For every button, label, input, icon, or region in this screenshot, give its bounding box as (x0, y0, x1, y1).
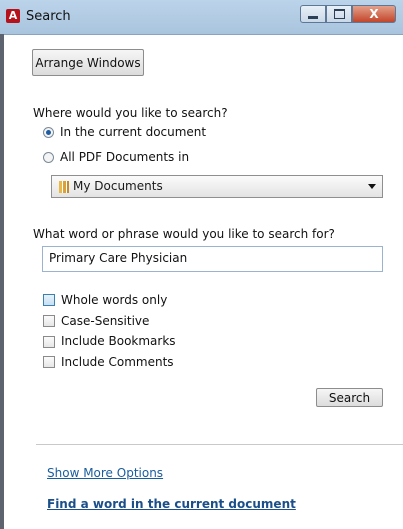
whole-words-label: Whole words only (61, 293, 168, 307)
include-bookmarks-checkbox[interactable] (43, 336, 55, 348)
whole-words-checkbox[interactable] (43, 294, 55, 306)
include-comments-checkbox[interactable] (43, 356, 55, 368)
adobe-reader-icon: A (6, 9, 20, 23)
title-bar[interactable]: A Search X (0, 0, 403, 35)
case-sensitive-label: Case-Sensitive (61, 314, 150, 328)
maximize-icon (333, 9, 345, 19)
window-controls: X (300, 5, 396, 23)
maximize-button[interactable] (326, 5, 352, 23)
radio-current-document[interactable] (43, 127, 54, 138)
window-title: Search (26, 9, 71, 24)
divider (36, 444, 403, 445)
chevron-down-icon (368, 184, 376, 189)
window-left-border (0, 34, 4, 529)
where-question: Where would you like to search? (33, 106, 228, 120)
location-select[interactable]: My Documents (51, 175, 383, 198)
include-comments-label: Include Comments (61, 355, 174, 369)
radio-all-pdf-documents[interactable] (43, 152, 54, 163)
folder-icon (59, 181, 69, 193)
search-window: A Search X Arrange Windows Where would y… (0, 0, 403, 529)
close-button[interactable]: X (352, 5, 396, 23)
arrange-windows-button[interactable]: Arrange Windows (32, 49, 144, 76)
radio-current-document-label: In the current document (60, 125, 207, 139)
show-more-options-link[interactable]: Show More Options (47, 466, 163, 480)
radio-all-pdf-documents-label: All PDF Documents in (60, 150, 190, 164)
close-icon: X (369, 7, 379, 21)
minimize-icon (308, 15, 318, 19)
what-question: What word or phrase would you like to se… (33, 227, 335, 241)
include-bookmarks-label: Include Bookmarks (61, 334, 176, 348)
case-sensitive-checkbox[interactable] (43, 315, 55, 327)
search-button[interactable]: Search (316, 388, 383, 407)
location-select-value: My Documents (73, 179, 163, 193)
find-word-link[interactable]: Find a word in the current document (47, 497, 296, 511)
search-phrase-input[interactable]: Primary Care Physician (42, 246, 383, 272)
minimize-button[interactable] (300, 5, 326, 23)
